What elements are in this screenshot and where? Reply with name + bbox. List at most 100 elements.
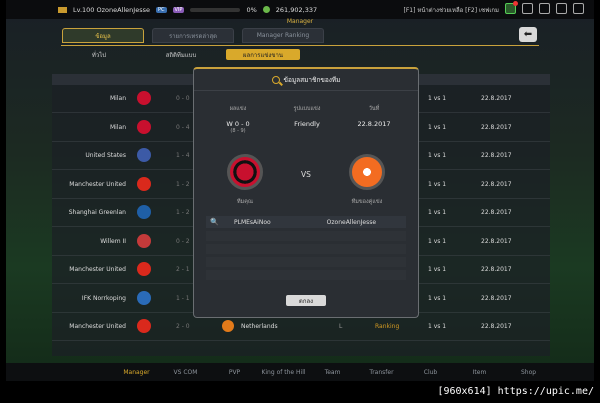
row-team-name: Shanghai Greenlan <box>68 209 126 216</box>
row-opponent: Netherlands <box>241 323 278 330</box>
club-crest-icon <box>137 290 151 305</box>
empty-row <box>206 270 406 280</box>
row-team-name: Manchester United <box>69 180 126 188</box>
away-player-name: OzoneAllenJesse <box>326 218 377 226</box>
club-crest-icon <box>137 262 151 276</box>
row-team-name: Manchester United <box>69 266 126 273</box>
home-player-name: PLMEsAiNoo <box>234 218 271 226</box>
tab-divider <box>61 45 539 46</box>
main-tabs: ข้อมูล รายการเทรดล่าสุด Manager Ranking <box>62 28 324 43</box>
subtab-stats[interactable]: สถิติทีมแบบ <box>144 49 218 60</box>
empty-row <box>206 231 406 241</box>
coin-icon <box>262 6 270 13</box>
nav-item-item[interactable]: Item <box>455 369 504 376</box>
mail-icon[interactable] <box>522 3 533 14</box>
row-date: 22.8.2017 <box>481 323 512 330</box>
subtab-results[interactable]: ผลการแข่งขาน <box>226 49 300 60</box>
row-team-name: Willem II <box>100 237 126 245</box>
club-crest-icon <box>137 148 151 162</box>
player-row[interactable]: 🔍 PLMEsAiNoo OzoneAllenJesse <box>206 216 406 228</box>
row-score: 0 - 0 <box>176 95 190 102</box>
row-mode: 1 vs 1 <box>428 266 447 273</box>
club-crest-icon <box>137 119 151 134</box>
bottom-navigation: Manager VS COM PVP King of the Hill Team Tran… <box>6 363 594 381</box>
nav-item-transfer[interactable]: Transfer <box>357 369 406 376</box>
row-score: 1 - 4 <box>176 152 190 159</box>
row-mode: 1 vs 1 <box>428 123 447 131</box>
pc-badge: PC <box>156 6 167 13</box>
row-score: 0 - 2 <box>176 237 190 245</box>
tab-manager-ranking[interactable]: Manager Ranking <box>242 28 324 43</box>
flag-icon <box>58 6 67 13</box>
row-mode: 1 vs 1 <box>428 95 447 102</box>
row-mode: 1 vs 1 <box>428 237 447 245</box>
nav-item-club[interactable]: Club <box>406 369 455 376</box>
row-team-name: IFK Norrkoping <box>81 294 126 302</box>
row-date: 22.8.2017 <box>481 294 512 302</box>
notification-badge <box>513 1 518 6</box>
result-label: ผลแข่ง <box>229 106 247 112</box>
row-score: 1 - 2 <box>176 180 190 188</box>
row-score: 1 - 2 <box>176 209 190 216</box>
opponent-crest-icon <box>222 320 234 332</box>
subtab-general[interactable]: ทั่วไป <box>62 49 136 60</box>
player-level-name: Lv.100 OzoneAllenJesse <box>73 5 150 14</box>
row-score: 2 - 0 <box>176 323 190 330</box>
club-crest-icon <box>137 205 151 219</box>
match-type-value: Friendly <box>294 120 320 128</box>
nav-item-manager[interactable]: Manager <box>112 369 161 376</box>
close-icon[interactable] <box>573 3 584 14</box>
xp-bar <box>190 7 241 12</box>
nav-item-vs-com[interactable]: VS COM <box>161 369 210 376</box>
row-score: 0 - 4 <box>176 123 190 131</box>
result-value: W 0 - 0 <box>226 120 250 128</box>
club-crest-icon <box>137 233 151 248</box>
row-mode: 1 vs 1 <box>428 323 447 330</box>
row-mark: L <box>339 323 343 330</box>
hotkeys-hint: [F1] หน้าต่างช่วยเหลือ [F2] เซฟเกม <box>403 7 500 14</box>
nav-item-king-of-the-hill[interactable]: King of the Hill <box>259 369 308 376</box>
back-button[interactable]: ⬅ <box>519 27 537 42</box>
nav-item-shop[interactable]: Shop <box>504 369 553 376</box>
row-date: 22.8.2017 <box>481 123 512 131</box>
nav-item-pvp[interactable]: PVP <box>210 369 259 376</box>
row-mode: 1 vs 1 <box>428 180 447 188</box>
home-team-label: ทีมคุณ <box>236 199 254 205</box>
match-detail-dialog: ข้อมูลสมาชิกของทีม ผลแข่ง รูปแบบแข่ง วัน… <box>193 67 419 318</box>
row-date: 22.8.2017 <box>481 266 512 273</box>
date-value: 22.8.2017 <box>357 120 391 128</box>
watermark: [960x614] https://upic.me/ <box>437 386 594 397</box>
edit-icon[interactable] <box>539 3 550 14</box>
date-label: วันที่ <box>368 106 380 112</box>
row-date: 22.8.2017 <box>481 95 512 102</box>
empty-row <box>206 244 406 254</box>
club-crest-icon <box>137 91 151 105</box>
game-window: Lv.100 OzoneAllenJesse PC VIP 0% 261,902… <box>6 0 594 381</box>
nav-item-team[interactable]: Team <box>308 369 357 376</box>
row-date: 22.8.2017 <box>481 180 512 188</box>
sub-tabs: ทั่วไป สถิติทีมแบบ ผลการแข่งขาน <box>62 49 300 60</box>
settings-icon[interactable] <box>556 3 567 14</box>
away-team-label: ทีมของคู่แข่ง <box>351 199 383 205</box>
club-crest-icon <box>137 319 151 333</box>
screen-frame: Lv.100 OzoneAllenJesse PC VIP 0% 261,902… <box>0 0 600 403</box>
vip-badge: VIP <box>172 6 185 13</box>
row-ranking: Ranking <box>375 323 400 330</box>
search-icon[interactable]: 🔍 <box>210 218 220 226</box>
screen-label: Manager <box>286 18 314 25</box>
top-icons <box>505 1 584 14</box>
dialog-title: ข้อมูลสมาชิกของทีม <box>194 69 418 91</box>
club-crest-icon <box>137 176 151 191</box>
tab-recent-trades[interactable]: รายการเทรดล่าสุด <box>152 28 234 43</box>
row-date: 22.8.2017 <box>481 152 512 159</box>
netherlands-crest-icon <box>349 154 385 190</box>
row-date: 22.8.2017 <box>481 237 512 245</box>
row-team-name: Manchester United <box>69 323 126 330</box>
row-score: 1 - 1 <box>176 294 190 302</box>
ok-button[interactable]: ตกลง <box>286 295 326 306</box>
gift-icon[interactable] <box>505 1 518 14</box>
row-team-name: Milan <box>110 95 126 102</box>
match-type-label: รูปแบบแข่ง <box>293 106 321 112</box>
row-score: 2 - 1 <box>176 266 190 273</box>
tab-info[interactable]: ข้อมูล <box>62 28 144 43</box>
